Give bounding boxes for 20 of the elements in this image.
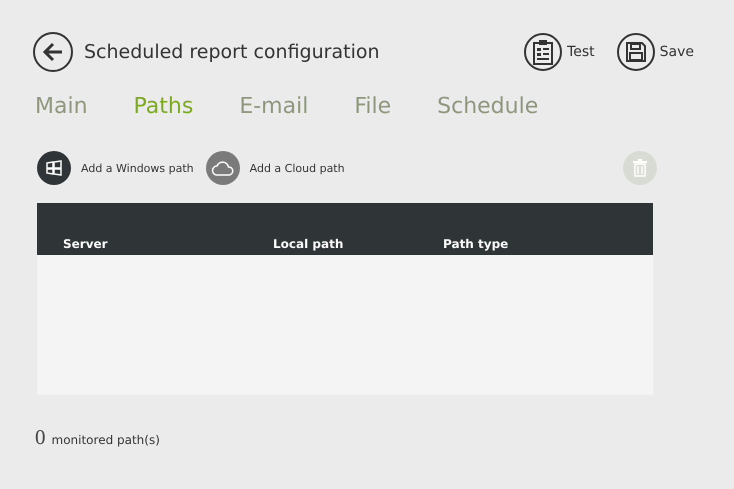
cloud-icon xyxy=(210,160,235,176)
add-cloud-path-button[interactable]: Add a Cloud path xyxy=(206,151,345,185)
path-count: 0 xyxy=(35,425,46,450)
tab[interactable]: Main xyxy=(35,94,88,119)
tab[interactable]: E-mail xyxy=(239,94,308,119)
back-arrow-icon xyxy=(42,41,64,63)
tab[interactable]: File xyxy=(354,94,392,119)
back-button[interactable] xyxy=(33,32,73,72)
add-windows-path-button[interactable]: Add a Windows path xyxy=(37,151,194,185)
page-title: Scheduled report configuration xyxy=(84,41,380,63)
clipboard-icon xyxy=(532,39,554,65)
windows-icon xyxy=(46,160,62,176)
tab[interactable]: Paths xyxy=(134,94,194,119)
column-header: Server xyxy=(63,237,109,251)
tab[interactable]: Schedule xyxy=(437,94,538,119)
trash-icon xyxy=(633,159,647,177)
column-header: Path type xyxy=(443,237,508,251)
count-label: monitored path(s) xyxy=(52,433,160,447)
save-button[interactable]: Save xyxy=(616,33,694,71)
column-header: Local path xyxy=(273,237,344,251)
